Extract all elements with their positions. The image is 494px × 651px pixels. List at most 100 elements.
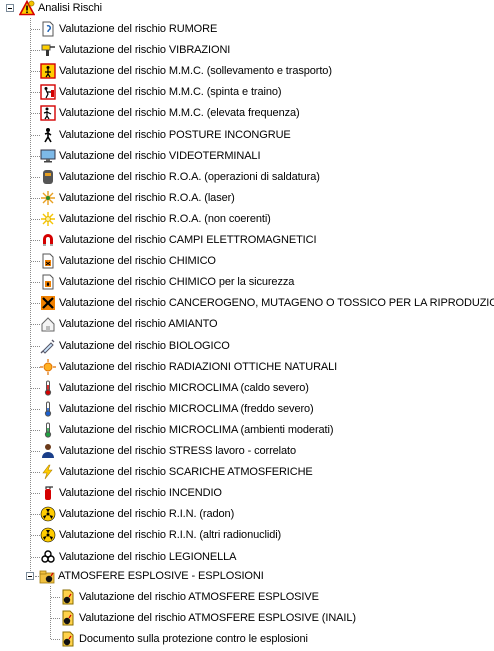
tree-item[interactable]: Valutazione del rischio MICROCLIMA (fred… bbox=[40, 399, 314, 419]
tree-connector bbox=[51, 639, 60, 640]
tree-item-label: Valutazione del rischio VIBRAZIONI bbox=[59, 44, 231, 57]
tree-connector bbox=[31, 50, 40, 52]
tree-item-label: Valutazione del rischio SCARICHE ATMOSFE… bbox=[59, 466, 313, 479]
tree-item[interactable]: Valutazione del rischio MICROCLIMA (ambi… bbox=[40, 420, 334, 440]
tree-item[interactable]: Valutazione del rischio M.M.C. (spinta e… bbox=[40, 82, 282, 102]
walking-person-icon bbox=[44, 127, 52, 142]
tree-item[interactable]: Valutazione del rischio AMIANTO bbox=[40, 314, 218, 334]
tree-connector bbox=[31, 408, 40, 410]
tree-item-label: Valutazione del rischio CAMPI ELETTROMAG… bbox=[59, 234, 317, 246]
tree-connector bbox=[31, 556, 40, 558]
tree-item[interactable]: Valutazione del rischio STRESS lavoro - … bbox=[40, 441, 296, 461]
group-label: ATMOSFERE ESPLOSIVE - ESPLOSIONI bbox=[58, 570, 264, 582]
tree-item-label: Valutazione del rischio RADIAZIONI OTTIC… bbox=[59, 360, 338, 373]
tree-item-label: Valutazione del rischio M.M.C. (sollevam… bbox=[59, 65, 332, 78]
tree-child-item[interactable]: Documento sulla protezione contro le esp… bbox=[60, 629, 308, 649]
tree-item[interactable]: Valutazione del rischio POSTURE INCONGRU… bbox=[40, 125, 291, 145]
tree-item[interactable]: Valutazione del rischio MICROCLIMA (cald… bbox=[40, 378, 309, 398]
tree-connector bbox=[31, 155, 40, 157]
tree-item[interactable]: Valutazione del rischio R.O.A. (laser) bbox=[40, 188, 235, 208]
tree-item[interactable]: Valutazione del rischio VIBRAZIONI bbox=[40, 40, 230, 60]
tree-item-label: Valutazione del rischio MICROCLIMA (cald… bbox=[59, 381, 309, 394]
tree-child-label: Valutazione del rischio ATMOSFERE ESPLOS… bbox=[79, 591, 319, 603]
tree-item[interactable]: Valutazione del rischio M.M.C. (sollevam… bbox=[40, 61, 332, 81]
tree-item-label: Valutazione del rischio R.I.N. (radon) bbox=[59, 508, 235, 521]
tree-connector bbox=[51, 597, 60, 598]
tree-item[interactable]: Valutazione del rischio R.O.A. (operazio… bbox=[40, 167, 320, 187]
tree-connector bbox=[31, 514, 40, 516]
tree-child-item[interactable]: Valutazione del rischio ATMOSFERE ESPLOS… bbox=[60, 608, 356, 628]
tree-item[interactable]: Valutazione del rischio CHIMICO per la s… bbox=[40, 272, 294, 292]
tree-connector bbox=[31, 535, 40, 537]
warning-triangle-icon bbox=[19, 0, 35, 16]
bomb-document-icon bbox=[62, 610, 74, 626]
tree-item[interactable]: Valutazione del rischio VIDEOTERMINALI bbox=[40, 146, 261, 166]
pushing-sign-icon bbox=[40, 84, 56, 100]
tree-item-label: Valutazione del rischio AMIANTO bbox=[59, 318, 218, 331]
tree-connector bbox=[31, 387, 40, 389]
magnet-icon bbox=[43, 234, 53, 246]
tree-connector bbox=[31, 113, 40, 115]
tree-item[interactable]: Valutazione del rischio CHIMICO bbox=[40, 251, 216, 271]
tree-item[interactable]: Valutazione del rischio R.O.A. (non coer… bbox=[40, 209, 271, 229]
sun-icon bbox=[40, 358, 56, 375]
tree-item[interactable]: Valutazione del rischio RUMORE bbox=[40, 19, 217, 39]
tree-item-label: Valutazione del rischio STRESS lavoro - … bbox=[59, 445, 297, 457]
bomb-document-icon bbox=[62, 589, 74, 605]
tree-item[interactable]: Valutazione del rischio RADIAZIONI OTTIC… bbox=[40, 357, 337, 377]
tree-item[interactable]: Valutazione del rischio INCENDIO bbox=[40, 483, 222, 503]
tree-connector bbox=[31, 493, 40, 495]
biohazard-icon bbox=[41, 549, 55, 563]
tree-connector bbox=[31, 176, 40, 178]
tree-connector bbox=[31, 134, 40, 136]
tree-item-label: Valutazione del rischio R.O.A. (non coer… bbox=[59, 212, 271, 225]
chemical-document-icon bbox=[42, 253, 54, 269]
tree-item-label: Valutazione del rischio R.I.N. (altri ra… bbox=[59, 529, 282, 542]
tree-connector bbox=[31, 71, 40, 73]
thermometer-moderate-icon bbox=[44, 422, 52, 438]
group-collapse-toggle[interactable] bbox=[26, 572, 34, 580]
house-icon bbox=[41, 317, 55, 332]
tree-item-label: Valutazione del rischio R.O.A. (laser) bbox=[59, 191, 235, 204]
root-label: Analisi Rischi bbox=[38, 2, 103, 14]
tree-item-label: Valutazione del rischio MICROCLIMA (ambi… bbox=[59, 423, 334, 436]
bomb-document-icon bbox=[62, 631, 74, 647]
tree-item[interactable]: Valutazione del rischio BIOLOGICO bbox=[40, 336, 230, 356]
tree-child-label: Valutazione del rischio ATMOSFERE ESPLOS… bbox=[79, 612, 356, 624]
tree-connector bbox=[31, 218, 40, 220]
tree-connector bbox=[51, 618, 60, 619]
tree-connector bbox=[31, 282, 40, 284]
syringe-icon bbox=[40, 339, 55, 354]
tree-item-label: Valutazione del rischio BIOLOGICO bbox=[59, 339, 230, 352]
tree-item[interactable]: Valutazione del rischio CANCEROGENO, MUT… bbox=[40, 293, 494, 313]
radiation-icon bbox=[40, 528, 56, 543]
tree-item-label: Valutazione del rischio MICROCLIMA (fred… bbox=[59, 402, 314, 415]
tree-item[interactable]: Valutazione del rischio R.I.N. (altri ra… bbox=[40, 525, 281, 545]
tree-item-label: Valutazione del rischio POSTURE INCONGRU… bbox=[59, 128, 291, 141]
tree-root-node[interactable]: Analisi Rischi bbox=[19, 0, 102, 18]
tree-item[interactable]: Valutazione del rischio R.I.N. (radon) bbox=[40, 504, 234, 524]
tree-item[interactable]: Valutazione del rischio SCARICHE ATMOSFE… bbox=[40, 462, 313, 482]
tree-item-label: Valutazione del rischio RUMORE bbox=[59, 23, 218, 35]
risk-analysis-tree: Analisi Rischi Valutazione del rischio R… bbox=[0, 0, 494, 651]
tree-item-label: Valutazione del rischio LEGIONELLA bbox=[59, 550, 237, 563]
tree-item-label: Valutazione del rischio M.M.C. (spinta e… bbox=[59, 86, 282, 99]
monitor-icon bbox=[40, 149, 56, 163]
tree-item-label: Valutazione del rischio M.M.C. (elevata … bbox=[59, 107, 300, 120]
tree-group-node[interactable]: ATMOSFERE ESPLOSIVE - ESPLOSIONI bbox=[39, 566, 264, 586]
tree-item[interactable]: Valutazione del rischio LEGIONELLA bbox=[40, 547, 236, 567]
root-collapse-toggle[interactable] bbox=[6, 4, 14, 12]
tree-item[interactable]: Valutazione del rischio M.M.C. (elevata … bbox=[40, 103, 300, 123]
stressed-person-icon bbox=[42, 444, 54, 458]
light-burst-icon bbox=[41, 211, 55, 226]
harmful-x-icon bbox=[41, 296, 55, 311]
radiation-rn-icon bbox=[40, 506, 56, 522]
tree-child-item[interactable]: Valutazione del rischio ATMOSFERE ESPLOS… bbox=[60, 587, 319, 607]
tree-child-label: Documento sulla protezione contro le esp… bbox=[79, 633, 308, 645]
repetitive-sign-icon bbox=[40, 105, 56, 122]
tree-connector bbox=[31, 197, 40, 199]
tree-connector bbox=[31, 92, 40, 94]
tree-connector bbox=[31, 429, 40, 431]
tree-item-label: Valutazione del rischio CHIMICO bbox=[59, 255, 216, 268]
tree-item[interactable]: Valutazione del rischio CAMPI ELETTROMAG… bbox=[40, 230, 317, 250]
